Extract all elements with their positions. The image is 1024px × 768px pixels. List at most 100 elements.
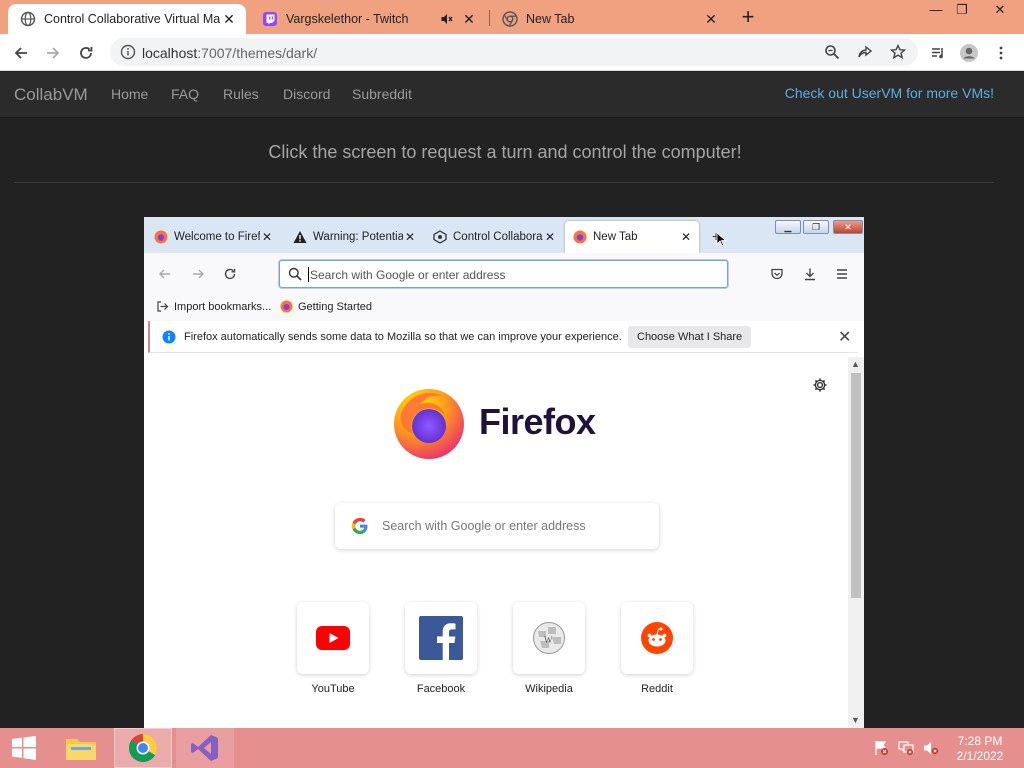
close-tab-icon[interactable]: ✕: [260, 230, 274, 244]
url-host: localhost: [142, 45, 198, 61]
back-arrow-icon: [159, 269, 170, 279]
tab-title: New Tab: [526, 12, 575, 26]
top-site-tile[interactable]: [405, 602, 477, 674]
ff-forward-button[interactable]: [189, 265, 207, 283]
ff-back-button[interactable]: [156, 265, 174, 283]
reload-button[interactable]: [73, 40, 99, 66]
start-button[interactable]: [0, 728, 48, 768]
flag-error-icon: [875, 741, 888, 755]
close-tab-icon[interactable]: ✕: [403, 230, 417, 244]
nav-rules[interactable]: Rules: [223, 86, 259, 102]
url-text: localhost:7007/themes/dark/: [142, 45, 317, 61]
chrome-icon: [129, 734, 157, 762]
top-site-tile[interactable]: [621, 602, 693, 674]
scroll-up-icon[interactable]: ▲: [851, 359, 860, 369]
volume-icon[interactable]: [920, 728, 942, 768]
speaker-muted-icon[interactable]: [440, 12, 454, 26]
close-window-icon[interactable]: ✕: [985, 0, 1015, 22]
reading-list-button[interactable]: [925, 40, 951, 66]
wikipedia-globe-icon: W: [533, 622, 565, 654]
ff-tab-collabvm[interactable]: Control Collabora ✕: [425, 221, 563, 253]
forward-button[interactable]: [40, 40, 66, 66]
pocket-button[interactable]: [768, 265, 786, 283]
tab-collabvm[interactable]: Control Collaborative Virtual Ma ✕: [8, 4, 246, 34]
pocket-icon: [771, 268, 783, 280]
ff-menu-button[interactable]: [833, 265, 851, 283]
forward-arrow-icon: [193, 269, 204, 279]
close-tab-icon[interactable]: ✕: [460, 11, 478, 28]
site-navbar: CollabVM Home FAQ Rules Discord Subreddi…: [0, 72, 1024, 118]
top-site-wikipedia[interactable]: W Wikipedia: [513, 602, 585, 695]
firefox-nav-bar: Search with Google or enter address: [144, 253, 864, 295]
address-bar[interactable]: localhost:7007/themes/dark/: [110, 38, 918, 66]
scroll-down-icon[interactable]: ▼: [851, 715, 860, 725]
globe-icon: [20, 11, 36, 27]
firefox-wordmark: Firefox: [479, 401, 596, 442]
ff-reload-button[interactable]: [221, 265, 239, 283]
nav-home[interactable]: Home: [111, 86, 148, 102]
bookmark-getting-started[interactable]: Getting Started: [280, 300, 372, 313]
top-site-tile[interactable]: [297, 602, 369, 674]
ff-tab-welcome[interactable]: Welcome to Firefo ✕: [146, 221, 280, 253]
uservm-promo-link[interactable]: Check out UserVM for more VMs!: [785, 85, 994, 101]
top-site-label: Facebook: [416, 683, 466, 695]
bookmark-import[interactable]: Import bookmarks...: [156, 300, 271, 313]
gear-icon[interactable]: [812, 377, 828, 393]
new-tab-button[interactable]: +: [736, 6, 760, 30]
close-notice-icon[interactable]: ✕: [838, 327, 851, 347]
profile-button[interactable]: [956, 40, 982, 66]
nav-faq[interactable]: FAQ: [171, 86, 199, 102]
restore-icon[interactable]: ❐: [947, 0, 977, 22]
network-status-icon[interactable]: [895, 728, 917, 768]
vm-close-icon[interactable]: ✕: [833, 220, 863, 234]
top-site-facebook[interactable]: Facebook: [405, 602, 477, 695]
menu-button[interactable]: [988, 40, 1014, 66]
vm-maximize-icon[interactable]: ❐: [803, 220, 829, 234]
warning-icon: [293, 231, 307, 243]
data-collection-notice: Firefox automatically sends some data to…: [148, 321, 858, 353]
close-tab-icon[interactable]: ✕: [679, 230, 693, 244]
info-icon[interactable]: [120, 44, 136, 60]
vm-minimize-icon[interactable]: ▁: [775, 220, 801, 234]
system-clock[interactable]: 7:28 PM 2/1/2022: [950, 734, 1010, 764]
bookmark-star-icon[interactable]: [890, 44, 906, 60]
choose-what-i-share-button[interactable]: Choose What I Share: [628, 326, 752, 348]
youtube-icon: [316, 626, 350, 650]
bookmark-label: Getting Started: [298, 300, 372, 313]
tab-twitch[interactable]: Vargskelethor - Twitch ✕: [250, 4, 486, 34]
tab-new-tab[interactable]: New Tab ✕: [490, 4, 728, 34]
vertical-scrollbar[interactable]: ▲ ▼: [848, 357, 864, 728]
top-site-tile[interactable]: W: [513, 602, 585, 674]
downloads-button[interactable]: [801, 265, 819, 283]
scrollbar-thumb[interactable]: [851, 373, 861, 598]
action-center-flag-icon[interactable]: [870, 728, 892, 768]
taskbar-visual-studio[interactable]: [176, 728, 234, 768]
close-tab-icon[interactable]: ✕: [220, 11, 238, 28]
top-site-reddit[interactable]: Reddit: [621, 602, 693, 695]
web-search-box[interactable]: Search with Google or enter address: [335, 503, 659, 549]
back-button[interactable]: [8, 40, 34, 66]
taskbar-file-explorer[interactable]: [58, 728, 104, 768]
mouse-cursor-icon: [716, 232, 726, 247]
top-site-youtube[interactable]: YouTube: [297, 602, 369, 695]
taskbar-chrome[interactable]: [114, 728, 172, 768]
download-icon: [805, 268, 815, 281]
ff-tab-warning[interactable]: Warning: Potentia ✕: [285, 221, 423, 253]
nav-discord[interactable]: Discord: [283, 86, 330, 102]
share-icon[interactable]: [857, 44, 873, 60]
forward-arrow-icon: [47, 47, 60, 59]
folder-icon: [66, 739, 96, 760]
firefox-new-tab-page: Firefox Search with Google or enter addr…: [144, 357, 848, 728]
firefox-icon: [573, 230, 587, 244]
ff-address-bar[interactable]: Search with Google or enter address: [279, 260, 728, 288]
vm-screen[interactable]: Welcome to Firefo ✕ Warning: Potentia ✕ …: [144, 217, 864, 728]
close-tab-icon[interactable]: ✕: [543, 230, 557, 244]
ff-tab-new-tab[interactable]: New Tab ✕: [565, 221, 699, 253]
zoom-icon[interactable]: [824, 44, 840, 60]
browser-tab-bar: Control Collaborative Virtual Ma ✕ Vargs…: [0, 0, 1024, 34]
site-brand[interactable]: CollabVM: [14, 85, 88, 105]
avatar-icon: [960, 44, 978, 62]
nav-subreddit[interactable]: Subreddit: [352, 86, 412, 102]
close-tab-icon[interactable]: ✕: [702, 11, 720, 28]
media-list-icon: [932, 48, 943, 59]
